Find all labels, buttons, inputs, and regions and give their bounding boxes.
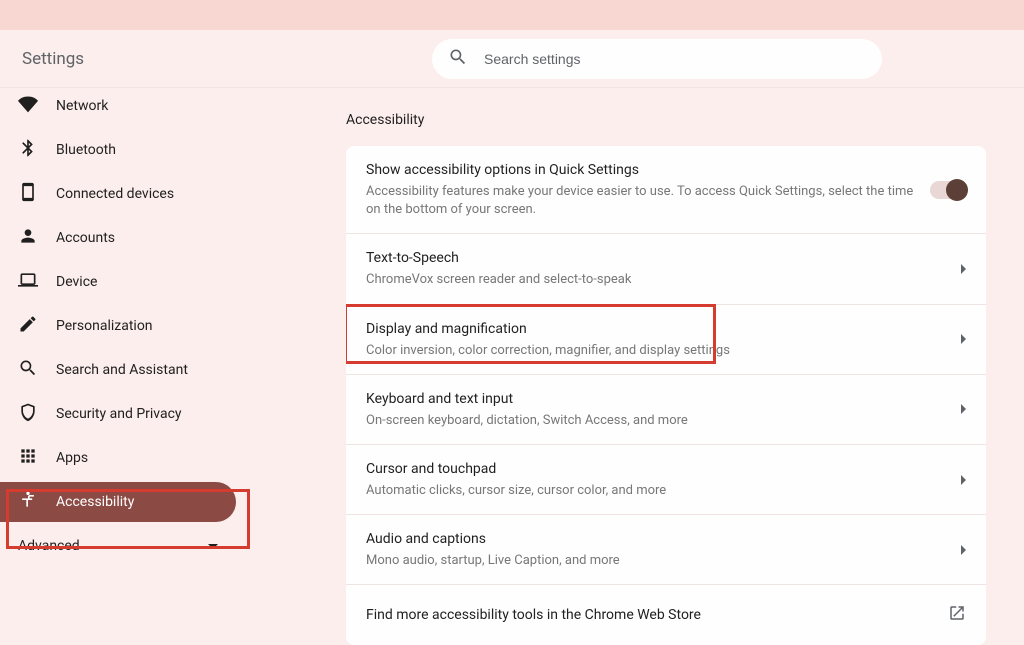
sidebar: Network Bluetooth Connected devices Acco… xyxy=(0,88,280,598)
search-icon xyxy=(448,47,468,71)
sidebar-item-accessibility[interactable]: Accessibility xyxy=(0,482,236,522)
header-bar: Settings xyxy=(0,30,1024,88)
row-keyboard-text[interactable]: Keyboard and text input On-screen keyboa… xyxy=(346,375,986,445)
search-box[interactable] xyxy=(432,39,882,79)
accessibility-icon xyxy=(18,490,38,514)
sidebar-item-label: Personalization xyxy=(56,318,153,334)
sidebar-item-bluetooth[interactable]: Bluetooth xyxy=(0,130,236,170)
row-sub: Automatic clicks, cursor size, cursor co… xyxy=(366,482,951,500)
search-input[interactable] xyxy=(484,51,866,67)
sidebar-item-connected[interactable]: Connected devices xyxy=(0,174,236,214)
row-title: Show accessibility options in Quick Sett… xyxy=(366,160,920,181)
sidebar-item-label: Security and Privacy xyxy=(56,406,182,422)
row-sub: Mono audio, startup, Live Caption, and m… xyxy=(366,552,951,570)
row-audio-captions[interactable]: Audio and captions Mono audio, startup, … xyxy=(346,515,986,585)
quick-settings-toggle[interactable] xyxy=(930,181,966,199)
top-strip xyxy=(0,0,1024,30)
row-title: Display and magnification xyxy=(366,319,951,340)
sidebar-item-label: Connected devices xyxy=(56,186,174,202)
apps-icon xyxy=(18,446,38,470)
header-title: Settings xyxy=(22,49,84,69)
sidebar-item-network[interactable]: Network xyxy=(0,88,236,126)
sidebar-item-search[interactable]: Search and Assistant xyxy=(0,350,236,390)
row-sub: Accessibility features make your device … xyxy=(366,183,920,219)
phone-icon xyxy=(18,182,38,206)
row-display-magnification[interactable]: Display and magnification Color inversio… xyxy=(346,305,986,375)
row-title: Cursor and touchpad xyxy=(366,459,951,480)
sidebar-item-label: Search and Assistant xyxy=(56,362,188,378)
sidebar-item-accounts[interactable]: Accounts xyxy=(0,218,236,258)
edit-icon xyxy=(18,314,38,338)
chevron-right-icon xyxy=(961,334,966,344)
chevron-right-icon xyxy=(961,475,966,485)
laptop-icon xyxy=(18,270,38,294)
sidebar-item-personalization[interactable]: Personalization xyxy=(0,306,236,346)
person-icon xyxy=(18,226,38,250)
sidebar-item-label: Accessibility xyxy=(56,494,134,510)
chevron-right-icon xyxy=(961,264,966,274)
main-panel: Accessibility Show accessibility options… xyxy=(280,88,1024,598)
sidebar-item-label: Network xyxy=(56,98,108,114)
toggle-knob xyxy=(946,179,968,201)
sidebar-item-label: Bluetooth xyxy=(56,142,116,158)
sidebar-item-device[interactable]: Device xyxy=(0,262,236,302)
row-title: Find more accessibility tools in the Chr… xyxy=(366,605,948,626)
row-quick-settings[interactable]: Show accessibility options in Quick Sett… xyxy=(346,146,986,234)
row-sub: Color inversion, color correction, magni… xyxy=(366,342,951,360)
sidebar-item-security[interactable]: Security and Privacy xyxy=(0,394,236,434)
sidebar-item-label: Device xyxy=(56,274,97,290)
bluetooth-icon xyxy=(18,138,38,162)
advanced-label: Advanced xyxy=(18,538,80,554)
sidebar-item-apps[interactable]: Apps xyxy=(0,438,236,478)
search-wrap xyxy=(432,39,882,79)
row-web-store[interactable]: Find more accessibility tools in the Chr… xyxy=(346,585,986,645)
row-title: Keyboard and text input xyxy=(366,389,951,410)
wifi-icon xyxy=(18,94,38,118)
open-external-icon xyxy=(948,604,966,626)
row-sub: ChromeVox screen reader and select-to-sp… xyxy=(366,271,951,289)
settings-card: Show accessibility options in Quick Sett… xyxy=(346,146,986,645)
shield-icon xyxy=(18,402,38,426)
chevron-right-icon xyxy=(961,404,966,414)
chevron-right-icon xyxy=(961,545,966,555)
row-title: Audio and captions xyxy=(366,529,951,550)
row-text-to-speech[interactable]: Text-to-Speech ChromeVox screen reader a… xyxy=(346,234,986,304)
row-cursor-touchpad[interactable]: Cursor and touchpad Automatic clicks, cu… xyxy=(346,445,986,515)
chevron-down-icon xyxy=(208,544,218,549)
row-title: Text-to-Speech xyxy=(366,248,951,269)
sidebar-item-label: Apps xyxy=(56,450,88,466)
sidebar-item-label: Accounts xyxy=(56,230,115,246)
advanced-expander[interactable]: Advanced xyxy=(0,526,236,566)
row-sub: On-screen keyboard, dictation, Switch Ac… xyxy=(366,412,951,430)
search-icon xyxy=(18,358,38,382)
section-title: Accessibility xyxy=(346,112,1006,128)
